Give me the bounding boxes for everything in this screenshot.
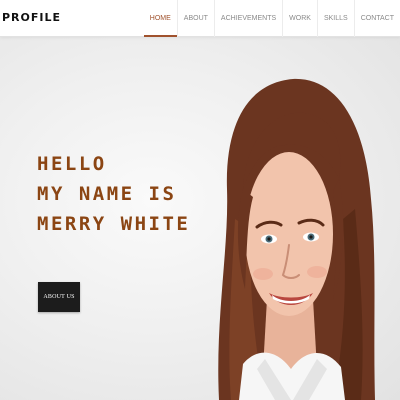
hero-line-hello: HELLO [37, 153, 107, 175]
hero-line-name: MERRY WHITE [37, 213, 191, 235]
nav-about[interactable]: ABOUT [176, 0, 214, 37]
nav-contact[interactable]: CONTACT [353, 0, 400, 37]
woman-portrait-icon [205, 69, 385, 400]
hero-section: HELLO MY NAME IS MERRY WHITE ABOUT US [0, 37, 400, 400]
nav-achievements[interactable]: ACHIEVEMENTS [213, 0, 282, 37]
about-us-button[interactable]: ABOUT US [38, 282, 80, 312]
main-nav: HOME ABOUT ACHIEVEMENTS WORK SKILLS CONT… [143, 0, 400, 37]
hero-headline: HELLO MY NAME IS MERRY WHITE [37, 149, 190, 239]
nav-home[interactable]: HOME [143, 0, 177, 37]
nav-skills[interactable]: SKILLS [316, 0, 354, 37]
navbar: PROFILE HOME ABOUT ACHIEVEMENTS WORK SKI… [0, 0, 400, 37]
hero-line-name-intro: MY NAME IS [37, 183, 177, 205]
nav-work[interactable]: WORK [282, 0, 317, 37]
site-logo[interactable]: PROFILE [2, 11, 61, 24]
